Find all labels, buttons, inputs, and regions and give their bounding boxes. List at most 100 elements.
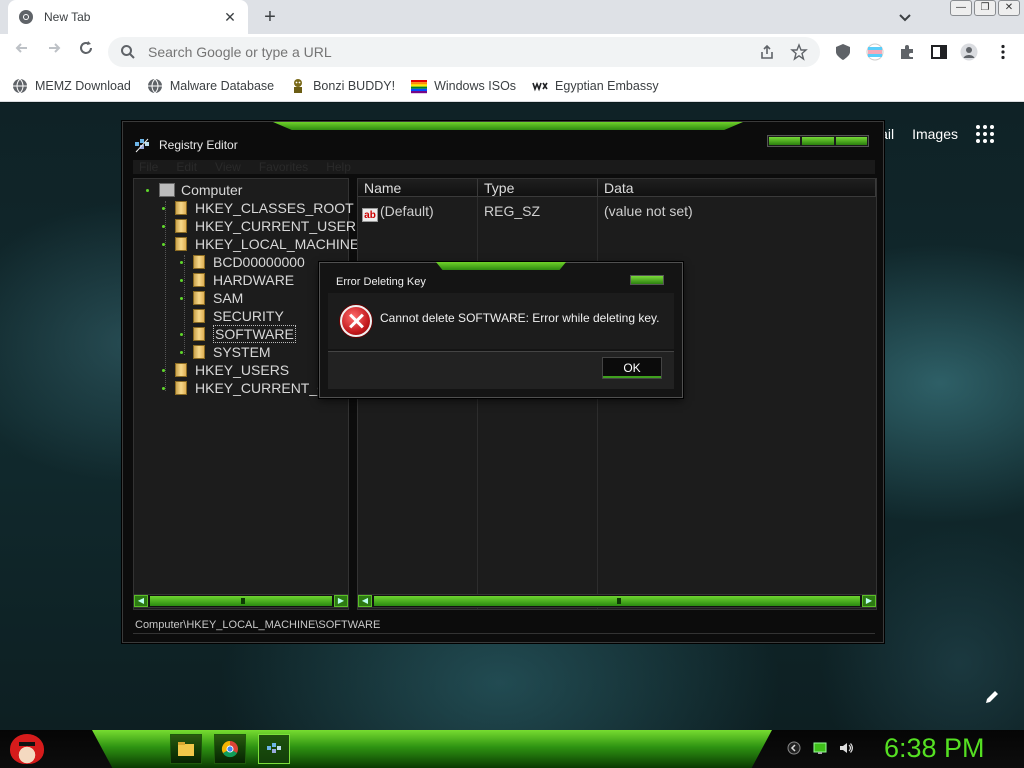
bookmark-label: Malware Database bbox=[169, 78, 275, 93]
registry-editor-icon bbox=[267, 743, 281, 753]
network-back-icon[interactable] bbox=[786, 740, 802, 756]
registry-window-controls[interactable] bbox=[767, 135, 869, 147]
expander-dot[interactable] bbox=[180, 350, 183, 354]
tab-search-chevron-icon[interactable] bbox=[896, 8, 914, 26]
tree-node-hardware[interactable]: HARDWARE bbox=[180, 271, 294, 289]
folder-icon bbox=[193, 309, 205, 323]
tree-node-hkey-local-machine[interactable]: HKEY_LOCAL_MACHINE bbox=[162, 235, 359, 253]
tree-node-system[interactable]: SYSTEM bbox=[180, 343, 271, 361]
menu-kebab-icon[interactable] bbox=[994, 43, 1012, 61]
tree-label-selected: SOFTWARE bbox=[213, 325, 296, 343]
tree-node-security[interactable]: SECURITY bbox=[193, 307, 284, 325]
expander-dot[interactable] bbox=[162, 224, 165, 228]
expander-dot[interactable] bbox=[162, 242, 165, 246]
speaker-icon[interactable] bbox=[838, 740, 854, 756]
tree-node-hkey-classes-root[interactable]: HKEY_CLASSES_ROOT bbox=[162, 199, 354, 217]
expander-dot[interactable] bbox=[180, 278, 183, 282]
tree-label: Computer bbox=[181, 182, 243, 198]
column-header-name[interactable]: Name bbox=[358, 179, 478, 197]
bookmark-star-icon[interactable] bbox=[790, 43, 808, 61]
tree-horizontal-scrollbar[interactable]: ◀ ▶ bbox=[133, 594, 349, 608]
menu-file[interactable]: File bbox=[139, 160, 158, 174]
expander-dot[interactable] bbox=[180, 332, 183, 336]
taskbar-chrome[interactable] bbox=[214, 734, 246, 764]
customize-pencil-icon[interactable] bbox=[984, 689, 1000, 705]
menu-favorites[interactable]: Favorites bbox=[259, 160, 308, 174]
extensions-puzzle-icon[interactable] bbox=[898, 43, 916, 61]
ok-button[interactable]: OK bbox=[602, 357, 662, 379]
tree-label: HKEY_USERS bbox=[195, 362, 290, 378]
tree-node-hkey-current-user[interactable]: HKEY_CURRENT_USER bbox=[162, 217, 356, 235]
scroll-thumb[interactable] bbox=[374, 596, 860, 606]
omnibox-input[interactable] bbox=[146, 43, 744, 61]
globe-icon bbox=[147, 78, 162, 94]
dialog-close-button[interactable] bbox=[630, 275, 664, 285]
start-button[interactable] bbox=[6, 728, 48, 768]
tree-node-software[interactable]: SOFTWARE bbox=[180, 325, 296, 343]
back-arrow-icon bbox=[15, 43, 27, 53]
tree-node-hkey-users[interactable]: HKEY_USERS bbox=[162, 361, 289, 379]
images-link[interactable]: Images bbox=[912, 126, 958, 142]
dialog-message: Cannot delete SOFTWARE: Error while dele… bbox=[380, 311, 660, 325]
flag-extension-icon[interactable] bbox=[866, 43, 884, 61]
bookmark-windows-isos[interactable]: Windows ISOs bbox=[411, 78, 516, 94]
tree-label: HARDWARE bbox=[213, 272, 295, 288]
bookmark-bonzi-buddy[interactable]: Bonzi BUDDY! bbox=[290, 78, 395, 94]
window-controls: — ❐ ✕ bbox=[950, 0, 1020, 16]
taskbar-clock[interactable]: 6:38 PM bbox=[884, 733, 985, 764]
share-icon[interactable] bbox=[758, 43, 776, 61]
monitor-icon[interactable] bbox=[812, 740, 828, 756]
reload-button[interactable] bbox=[74, 40, 98, 64]
browser-toolbar bbox=[0, 34, 1024, 70]
expander-dot[interactable] bbox=[162, 206, 165, 210]
tree-node-sam[interactable]: SAM bbox=[180, 289, 243, 307]
bookmark-malware-database[interactable]: Malware Database bbox=[147, 78, 274, 94]
value-row-name[interactable]: ab (Default) bbox=[362, 203, 434, 222]
scroll-left-button[interactable]: ◀ bbox=[134, 595, 148, 607]
tab-new-tab[interactable]: New Tab ✕ bbox=[8, 0, 248, 34]
scroll-right-button[interactable]: ▶ bbox=[334, 595, 348, 607]
minimize-button[interactable]: — bbox=[950, 0, 972, 16]
tree-node-bcd[interactable]: BCD00000000 bbox=[180, 253, 305, 271]
error-dialog[interactable]: Error Deleting Key Cannot delete SOFTWAR… bbox=[319, 262, 683, 398]
expander-dot[interactable] bbox=[146, 188, 149, 192]
list-horizontal-scrollbar[interactable]: ◀ ▶ bbox=[357, 594, 877, 608]
google-apps-icon[interactable] bbox=[976, 125, 994, 143]
expander-dot[interactable] bbox=[180, 260, 183, 264]
dialog-footer: OK bbox=[328, 351, 674, 389]
new-tab-button[interactable]: + bbox=[258, 6, 282, 30]
menu-help[interactable]: Help bbox=[326, 160, 351, 174]
ublock-icon[interactable] bbox=[834, 43, 852, 61]
taskbar-registry-editor[interactable] bbox=[258, 734, 290, 764]
maximize-button[interactable]: ❐ bbox=[974, 0, 996, 16]
side-panel-icon[interactable] bbox=[930, 43, 948, 61]
tree-node-computer[interactable]: Computer bbox=[146, 181, 242, 199]
folder-icon bbox=[193, 291, 205, 305]
profile-avatar-icon[interactable] bbox=[960, 43, 978, 61]
tree-node-hkey-current-config[interactable]: HKEY_CURRENT_C bbox=[162, 379, 327, 397]
angry-bird-start-icon bbox=[10, 734, 44, 764]
menu-edit[interactable]: Edit bbox=[176, 160, 197, 174]
expander-dot[interactable] bbox=[162, 386, 165, 390]
bookmark-label: Windows ISOs bbox=[434, 78, 517, 93]
column-header-data[interactable]: Data bbox=[598, 179, 876, 197]
menu-view[interactable]: View bbox=[215, 160, 241, 174]
back-button[interactable] bbox=[10, 40, 34, 64]
forward-button[interactable] bbox=[42, 40, 66, 64]
bookmark-egyptian-embassy[interactable]: Egyptian Embassy bbox=[532, 78, 659, 94]
taskbar-file-explorer[interactable] bbox=[170, 734, 202, 764]
scroll-thumb[interactable] bbox=[150, 596, 332, 606]
folder-icon bbox=[175, 219, 187, 233]
scroll-left-button[interactable]: ◀ bbox=[358, 595, 372, 607]
bookmark-memz-download[interactable]: MEMZ Download bbox=[12, 78, 131, 94]
window-top-glow bbox=[273, 122, 743, 130]
key-tree-pane[interactable]: Computer HKEY_CLASSES_ROOT HKEY_CURRENT_… bbox=[133, 178, 359, 610]
scroll-right-button[interactable]: ▶ bbox=[862, 595, 876, 607]
tab-close-icon[interactable]: ✕ bbox=[222, 9, 238, 25]
expander-dot[interactable] bbox=[162, 368, 165, 372]
expander-dot[interactable] bbox=[180, 296, 183, 300]
value-name: (Default) bbox=[380, 203, 434, 219]
close-button[interactable]: ✕ bbox=[998, 0, 1020, 16]
omnibox[interactable] bbox=[108, 37, 820, 67]
column-header-type[interactable]: Type bbox=[478, 179, 598, 197]
